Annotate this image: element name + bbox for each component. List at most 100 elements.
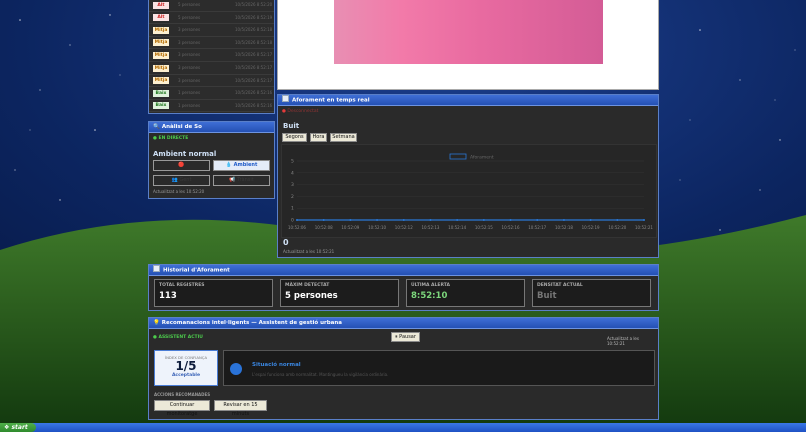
assistant-status-label: ASSISTENT ACTIU — [158, 335, 203, 340]
x-tick-label: 10:52:19 — [582, 225, 600, 230]
people-icon: 👥 — [171, 177, 178, 183]
alert-row[interactable]: Mitja 3 persones 10/5/2026 8:52:17 — [149, 62, 274, 75]
alert-row[interactable]: Alt 5 persones 10/5/2026 8:52:19 — [149, 12, 274, 25]
history-panel: Historial d'Aforament TOTAL REGISTRES 113… — [148, 264, 659, 311]
y-tick-label: 2 — [291, 194, 294, 200]
alerts-panel: Alt 5 persones 10/5/2026 8:52:20 Alt 5 perso… — [148, 0, 275, 114]
x-tick-label: 10:52:12 — [395, 225, 413, 230]
chart-area: 0 1 2 3 4 5 10:52:06 10:52:08 10:52:09 10:52:10 10… — [281, 144, 657, 238]
alert-time: 10/5/2026 8:52:17 — [235, 65, 273, 70]
review-15min-button[interactable]: Revisar en 15 minuts — [214, 400, 267, 417]
confidence-text: Acceptable — [171, 373, 201, 378]
alert-time: 10/5/2026 8:52:20 — [235, 2, 273, 7]
stat-card: TOTAL REGISTRES 113 — [154, 279, 273, 307]
window-icon — [282, 95, 289, 102]
people-label: Gent — [179, 177, 192, 183]
alert-level-badge: Baix — [153, 102, 169, 110]
x-tick-label: 10:52:09 — [341, 225, 359, 230]
alert-level-badge: Mitja — [153, 51, 169, 59]
sound-state: Ambient normal — [153, 150, 217, 158]
alert-people: 1 persones — [178, 90, 201, 96]
x-tick-label: 10:52:08 — [315, 225, 333, 230]
alert-time: 10/5/2026 8:52:17 — [235, 77, 273, 83]
start-button[interactable]: ❖ start — [0, 423, 36, 432]
active-dot-icon: ● — [153, 335, 157, 340]
people-sound-button[interactable]: 👥 Gent — [153, 175, 210, 186]
stat-label: TOTAL REGISTRES — [159, 283, 205, 288]
x-tick-label: 10:52:18 — [555, 225, 573, 230]
alert-level-badge: Mitja — [153, 77, 169, 85]
x-tick-label: 10:52:15 — [475, 225, 493, 230]
camera-panel — [277, 0, 659, 90]
alert-level-badge: Mitja — [153, 39, 169, 47]
alert-row[interactable]: Baix 1 persones 10/5/2026 8:52:16 — [149, 100, 274, 113]
traffic-icon: 📢 — [229, 177, 236, 183]
alert-people: 3 persones — [178, 52, 201, 58]
x-tick-label: 10:52:17 — [528, 225, 546, 230]
alert-people: 3 persones — [178, 27, 201, 33]
sound-panel-header: 🔍 Anàlisi de So — [149, 122, 274, 133]
data-point — [429, 219, 432, 221]
recommendations-panel: 💡 Recomanacions intel·ligents — Assisten… — [148, 317, 659, 420]
recommendations-title: Recomanacions intel·ligents — Assistent … — [161, 320, 343, 326]
alert-icon: 🔴 — [178, 162, 185, 168]
data-point — [322, 219, 325, 221]
stat-card: ÚLTIMA ALERTA 8:52:10 — [406, 279, 525, 307]
alert-row[interactable]: Baix 1 persones 10/5/2026 8:52:16 — [149, 87, 274, 100]
realtime-panel-header: Aforament en temps real — [278, 95, 658, 106]
stat-value: Buit — [537, 291, 557, 301]
recs-updated: Actualitzat a les 10:52:21 — [607, 336, 639, 346]
data-point — [376, 219, 379, 221]
data-point — [402, 219, 405, 221]
occupancy-chart: 0 1 2 3 4 5 10:52:06 10:52:08 10:52:09 10:52:10 10… — [288, 153, 653, 230]
y-tick-label: 5 — [291, 159, 294, 165]
x-tick-label: 10:52:16 — [502, 225, 520, 230]
alert-time: 10/5/2026 8:52:18 — [235, 27, 273, 33]
alert-sound-button[interactable]: 🔴 — [153, 160, 210, 171]
situation-box: Situació normal L'espai funciona amb nor… — [223, 350, 655, 386]
live-label: EN DIRECTE — [158, 136, 189, 141]
live-dot-icon: ● — [153, 136, 157, 141]
stat-card: MÀXIM DETECTAT 5 persones — [280, 279, 399, 307]
situation-description: L'espai funciona amb normalitat. Manting… — [252, 372, 389, 377]
y-tick-label: 3 — [291, 182, 294, 188]
ambient-icon: 💧 — [225, 162, 232, 168]
data-point — [456, 219, 459, 221]
alert-row[interactable]: Mitja 3 persones 10/5/2026 8:52:18 — [149, 24, 274, 37]
data-point — [536, 219, 539, 221]
status-dot-icon: ● — [282, 109, 286, 114]
alert-people: 3 persones — [178, 65, 201, 70]
actions-label: ACCIONS RECOMANADES — [154, 392, 211, 397]
recommendations-panel-header: 💡 Recomanacions intel·ligents — Assisten… — [149, 318, 658, 329]
alert-level-badge: Mitja — [153, 26, 169, 34]
x-tick-label: 10:52:20 — [608, 225, 626, 230]
occupancy-level: Buit — [283, 122, 300, 130]
realtime-title: Aforament en temps real — [292, 97, 370, 104]
confidence-value: 1/5 — [175, 359, 197, 373]
start-label: start — [11, 424, 28, 431]
alert-row[interactable]: Mitja 3 persones 10/5/2026 8:52:18 — [149, 37, 274, 50]
y-tick-label: 4 — [291, 170, 294, 176]
assistant-status: ● ASSISTENT ACTIU — [153, 335, 203, 340]
alert-row[interactable]: Mitja 3 persones 10/5/2026 8:52:17 — [149, 75, 274, 88]
current-occupancy: 0 — [283, 238, 289, 247]
data-point — [296, 219, 298, 221]
data-point — [616, 219, 619, 221]
alert-level-badge: Alt — [153, 1, 169, 9]
ambient-label: Ambient — [233, 162, 258, 168]
continue-monitoring-button[interactable]: Continuar monitoratge — [154, 400, 210, 417]
traffic-sound-button[interactable]: 📢 Trànsit — [213, 175, 270, 186]
alert-row[interactable]: Alt 5 persones 10/5/2026 8:52:20 — [149, 0, 274, 12]
stat-label: ÚLTIMA ALERTA — [411, 283, 450, 288]
tab-hour[interactable]: Hora — [310, 133, 327, 142]
history-stats: TOTAL REGISTRES 113 MÀXIM DETECTAT 5 person… — [149, 271, 658, 310]
tab-seconds[interactable]: Segons — [282, 133, 307, 142]
alert-row[interactable]: Mitja 3 persones 10/5/2026 8:52:17 — [149, 49, 274, 62]
data-point — [562, 219, 565, 221]
ambient-sound-button[interactable]: 💧 Ambient — [213, 160, 270, 171]
legend-swatch — [449, 153, 467, 160]
tab-week[interactable]: Setmana — [330, 133, 357, 142]
magnifier-icon: 🔍 — [153, 124, 160, 130]
pause-button[interactable]: ⏸ Pausar — [391, 332, 420, 342]
situation-title: Situació normal — [252, 362, 301, 368]
